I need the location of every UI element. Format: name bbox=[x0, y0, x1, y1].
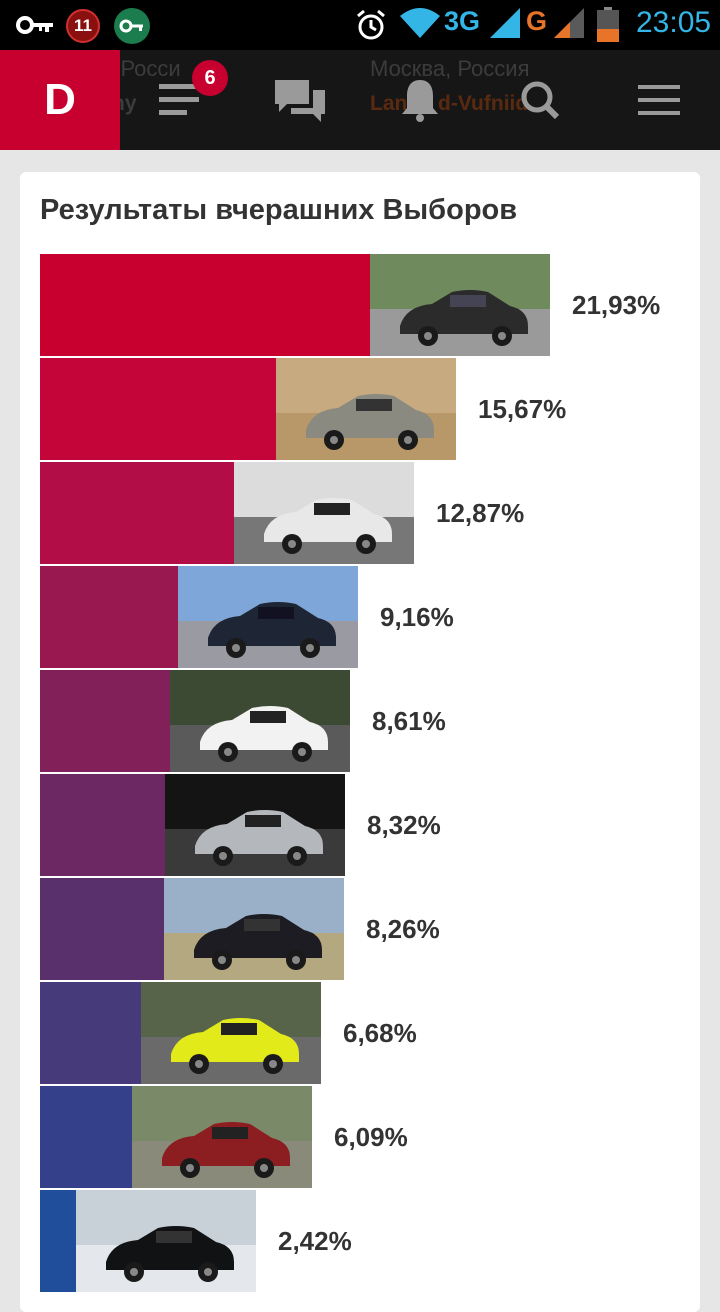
result-row[interactable]: 6,68% bbox=[40, 982, 451, 1084]
result-percent: 8,26% bbox=[366, 914, 440, 944]
network-type-g: G bbox=[526, 6, 548, 36]
bell-icon bbox=[402, 80, 438, 122]
red-pt-cruiser-photo[interactable] bbox=[132, 1086, 312, 1188]
messages-button[interactable] bbox=[255, 50, 345, 150]
status-bar: 11 3G G 23:05 bbox=[0, 0, 720, 50]
poll-results-card: Результаты вчерашних Выборов 21,93% 15,6… bbox=[20, 172, 700, 1312]
result-bar bbox=[40, 1190, 76, 1292]
result-percent: 12,87% bbox=[436, 498, 525, 528]
result-percent: 9,16% bbox=[380, 602, 454, 632]
alarm-icon bbox=[357, 9, 385, 40]
drive-logo[interactable]: D bbox=[0, 50, 120, 150]
chat-icon bbox=[275, 80, 325, 122]
result-percent: 15,67% bbox=[478, 394, 567, 424]
result-row[interactable]: 2,42% bbox=[40, 1190, 386, 1292]
result-row[interactable]: 12,87% bbox=[40, 462, 544, 564]
result-row[interactable]: 6,09% bbox=[40, 1086, 442, 1188]
result-bar bbox=[40, 254, 370, 356]
result-bar bbox=[40, 358, 276, 460]
search-icon bbox=[521, 81, 560, 120]
result-bar bbox=[40, 462, 234, 564]
result-bar bbox=[40, 1086, 132, 1188]
result-percent: 21,93% bbox=[572, 290, 661, 320]
white-sedan-photo[interactable] bbox=[170, 670, 350, 772]
signal-icon-2 bbox=[554, 8, 584, 38]
network-type-3g: 3G bbox=[444, 6, 481, 36]
result-percent: 6,09% bbox=[334, 1122, 408, 1152]
result-row[interactable]: 15,67% bbox=[40, 358, 586, 460]
result-percent: 6,68% bbox=[343, 1018, 417, 1048]
result-row[interactable]: 21,93% bbox=[40, 254, 680, 356]
menu-icon bbox=[638, 85, 680, 115]
menu-button[interactable] bbox=[614, 50, 704, 150]
result-row[interactable]: 9,16% bbox=[40, 566, 488, 668]
notification-count-badge: 11 bbox=[66, 9, 100, 43]
key-icon bbox=[16, 16, 53, 34]
signal-icon bbox=[490, 8, 520, 38]
result-bar bbox=[40, 878, 164, 980]
black-coupe-photo[interactable] bbox=[370, 254, 550, 356]
notifications-button[interactable] bbox=[375, 50, 465, 150]
result-percent: 8,61% bbox=[372, 706, 446, 736]
search-button[interactable] bbox=[495, 50, 585, 150]
result-row[interactable]: 8,61% bbox=[40, 670, 480, 772]
silver-sedan-night-photo[interactable] bbox=[165, 774, 345, 876]
dark-sedan-field-photo[interactable] bbox=[164, 878, 344, 980]
result-percent: 2,42% bbox=[278, 1226, 352, 1256]
result-bar bbox=[40, 774, 165, 876]
result-percent: 8,32% bbox=[367, 810, 441, 840]
top-navigation-bar: a, Росси ny Москва, Россия Lan d-Vufniid… bbox=[0, 50, 720, 150]
vpn-key-icon bbox=[114, 8, 150, 44]
result-row[interactable]: 8,32% bbox=[40, 774, 475, 876]
card-title: Результаты вчерашних Выборов bbox=[40, 194, 518, 226]
result-row[interactable]: 8,26% bbox=[40, 878, 474, 980]
result-bar bbox=[40, 670, 170, 772]
result-bar bbox=[40, 566, 178, 668]
feed-count-badge: 6 bbox=[192, 60, 228, 96]
yellow-cars-photo[interactable] bbox=[141, 982, 321, 1084]
clock-time: 23:05 bbox=[636, 6, 712, 39]
result-bar bbox=[40, 982, 141, 1084]
promo-girls-car-photo[interactable] bbox=[234, 462, 414, 564]
offroad-suv-photo[interactable] bbox=[276, 358, 456, 460]
hatchback-circle-photo[interactable] bbox=[178, 566, 358, 668]
battery-icon bbox=[597, 7, 619, 42]
black-sedan-snow-photo[interactable] bbox=[76, 1190, 256, 1292]
wifi-icon bbox=[400, 8, 440, 38]
